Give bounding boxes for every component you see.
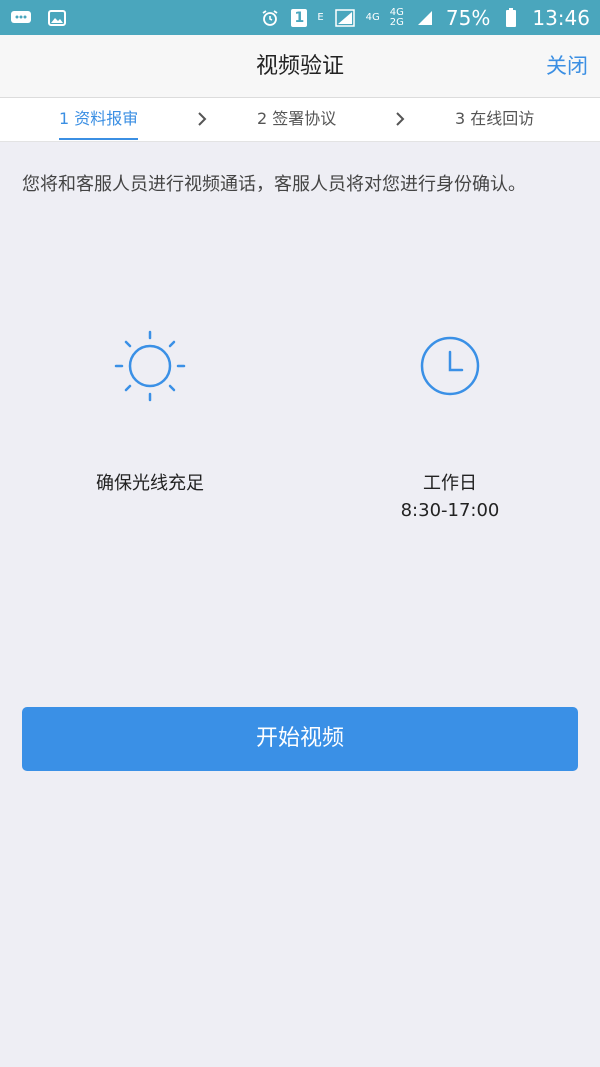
feature-working-hours-time: 8:30-17:00	[400, 500, 500, 521]
chevron-right-icon	[396, 112, 405, 126]
battery-percent: 75%	[445, 5, 491, 30]
image-icon	[46, 9, 68, 27]
status-bar-right: 1 E 4G 4G 2G 75% 13:46	[259, 6, 590, 30]
feature-working-hours-label: 工作日	[423, 473, 477, 494]
start-video-button[interactable]: 开始视频	[22, 707, 578, 771]
close-button[interactable]: 关闭	[546, 35, 588, 98]
title-bar: 视频验证 关闭	[0, 35, 600, 98]
feature-lighting-label: 确保光线充足	[96, 473, 204, 494]
status-bar: 1 E 4G 4G 2G 75% 13:46	[0, 0, 600, 35]
network-4g-indicator: 4G	[365, 11, 380, 23]
sim-badge: 1	[291, 8, 308, 27]
message-icon	[10, 9, 32, 27]
clock-icon	[420, 336, 480, 396]
network-4g-label: 4G	[365, 11, 380, 23]
step-3: 3 在线回访	[455, 109, 535, 128]
step-2: 2 签署协议	[257, 109, 337, 128]
network-e-indicator: E	[317, 11, 324, 23]
step-indicator: 1 资料报审 2 签署协议 3 在线回访	[0, 98, 600, 142]
battery-icon	[500, 7, 522, 27]
feature-working-hours: 工作日 8:30-17:00	[340, 326, 560, 524]
network-2g-label: 2G	[389, 16, 404, 28]
clock-time: 13:46	[532, 5, 590, 30]
step-1: 1 资料报审	[59, 98, 139, 140]
network-4g2g-indicator: 4G 2G	[389, 6, 404, 28]
feature-lighting: 确保光线充足	[40, 326, 260, 497]
sun-icon	[114, 330, 186, 402]
signal-icon	[334, 8, 356, 27]
page-title: 视频验证	[255, 54, 344, 79]
signal-bars-icon	[414, 9, 436, 27]
chevron-right-icon	[198, 112, 207, 126]
network-4g-label-b: 4G	[389, 6, 404, 18]
status-bar-left	[10, 9, 68, 27]
intro-text: 您将和客服人员进行视频通话，客服人员将对您进行身份确认。	[22, 174, 526, 195]
alarm-icon	[259, 9, 281, 27]
